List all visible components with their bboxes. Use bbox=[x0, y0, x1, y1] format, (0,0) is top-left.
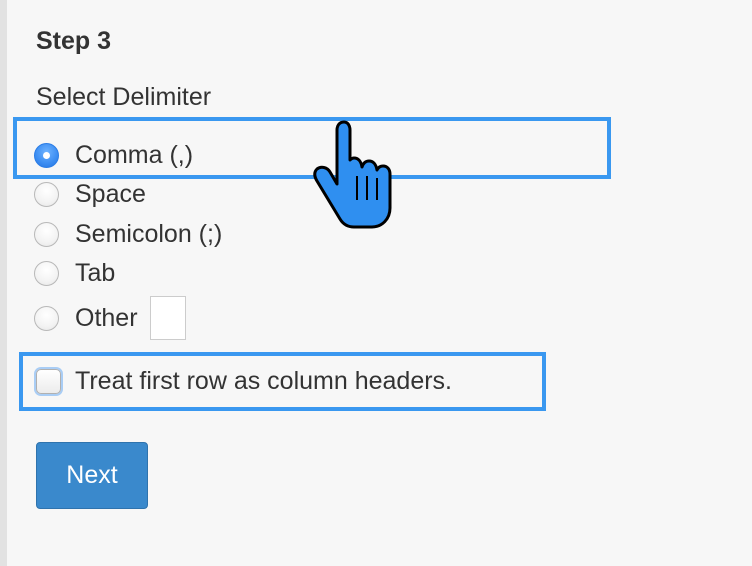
radio-option-semicolon[interactable]: Semicolon (;) bbox=[34, 219, 222, 249]
radio-option-other[interactable]: Other bbox=[34, 296, 186, 340]
headers-checkbox[interactable] bbox=[36, 368, 61, 394]
next-button[interactable]: Next bbox=[36, 442, 148, 509]
headers-checkbox-label: Treat first row as column headers. bbox=[75, 367, 452, 395]
step-title: Step 3 bbox=[36, 27, 112, 55]
radio-button-semicolon[interactable] bbox=[34, 221, 59, 247]
radio-option-comma[interactable]: Comma (,) bbox=[34, 140, 193, 170]
delimiter-step-panel: Step 3 Select Delimiter Comma (,) Space … bbox=[0, 0, 752, 566]
headers-checkbox-option[interactable]: Treat first row as column headers. bbox=[36, 366, 452, 396]
other-delimiter-input[interactable] bbox=[149, 296, 186, 340]
panel-left-border bbox=[0, 0, 7, 566]
hand-pointer-icon bbox=[313, 120, 392, 229]
radio-label-other: Other bbox=[75, 304, 138, 332]
radio-label-tab: Tab bbox=[75, 259, 116, 287]
radio-button-comma[interactable] bbox=[34, 142, 59, 168]
radio-button-space[interactable] bbox=[34, 181, 59, 207]
radio-button-other[interactable] bbox=[34, 305, 59, 331]
radio-button-tab[interactable] bbox=[34, 260, 59, 286]
radio-label-semicolon: Semicolon (;) bbox=[75, 220, 223, 248]
select-delimiter-label: Select Delimiter bbox=[36, 83, 212, 111]
radio-label-space: Space bbox=[75, 180, 146, 208]
radio-option-space[interactable]: Space bbox=[34, 179, 146, 209]
radio-option-tab[interactable]: Tab bbox=[34, 258, 115, 288]
radio-label-comma: Comma (,) bbox=[75, 141, 194, 169]
